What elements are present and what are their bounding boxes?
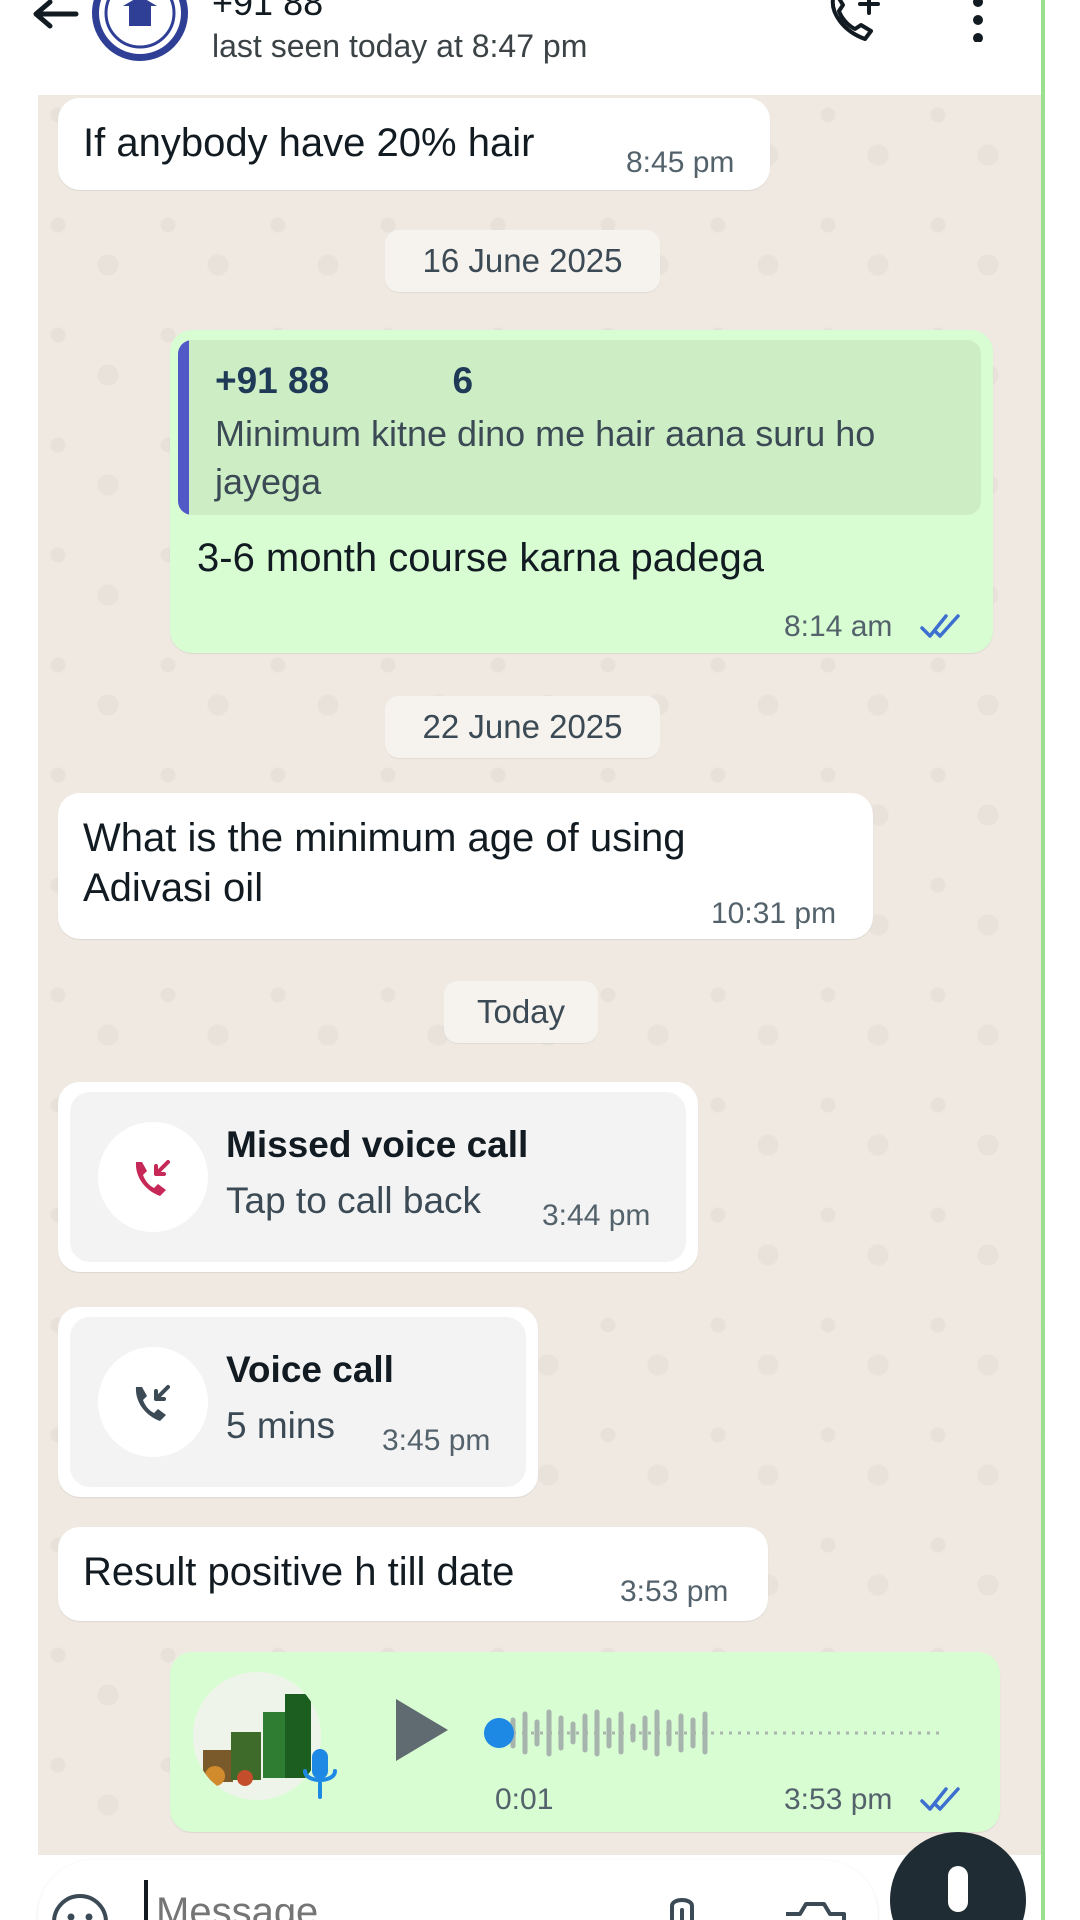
play-icon[interactable] bbox=[392, 1697, 452, 1763]
call-title: Voice call bbox=[226, 1349, 394, 1390]
incoming-message-bubble[interactable]: If anybody have 20% hair 8:45 pm bbox=[58, 98, 770, 190]
playback-position-dot[interactable] bbox=[484, 1718, 514, 1748]
message-time: 3:45 pm bbox=[382, 1424, 491, 1457]
voice-note-duration: 0:01 bbox=[495, 1783, 554, 1816]
emoji-icon[interactable] bbox=[50, 1892, 110, 1920]
call-icon-circle bbox=[98, 1122, 208, 1232]
quote-accent-bar bbox=[178, 340, 189, 515]
message-time: 3:44 pm bbox=[542, 1199, 651, 1232]
message-time: 8:14 am bbox=[784, 610, 893, 643]
last-seen-status: last seen today at 8:47 pm bbox=[212, 28, 588, 64]
incoming-call-icon bbox=[135, 1385, 170, 1421]
screen-edge bbox=[1041, 0, 1045, 1920]
call-subtitle: 5 mins bbox=[226, 1405, 335, 1446]
paperclip-icon[interactable] bbox=[660, 1892, 704, 1920]
mic-icon bbox=[948, 1866, 968, 1912]
message-time: 3:53 pm bbox=[784, 1783, 893, 1816]
contact-name[interactable]: +91 88 bbox=[212, 0, 323, 24]
double-check-icon bbox=[920, 1787, 960, 1811]
audio-waveform[interactable] bbox=[475, 1700, 955, 1766]
message-text: 3-6 month course karna padega bbox=[197, 536, 765, 580]
message-text: What is the minimum age of using Adivasi… bbox=[83, 816, 686, 910]
date-separator: 16 June 2025 bbox=[385, 230, 660, 292]
call-card[interactable]: Missed voice call Tap to call back 3:44 … bbox=[70, 1092, 686, 1262]
call-message-bubble[interactable]: Missed voice call Tap to call back 3:44 … bbox=[58, 1082, 698, 1272]
date-separator: 22 June 2025 bbox=[385, 696, 660, 758]
quoted-text: Minimum kitne dino me hair aana suru ho … bbox=[215, 413, 876, 502]
message-text: If anybody have 20% hair bbox=[83, 121, 535, 165]
call-message-bubble[interactable]: Voice call 5 mins 3:45 pm bbox=[58, 1307, 538, 1497]
message-input[interactable] bbox=[156, 1890, 636, 1920]
quoted-message[interactable]: +91 88 6 Minimum kitne dino me hair aana… bbox=[178, 340, 981, 515]
add-call-icon[interactable] bbox=[825, 0, 885, 45]
missed-call-icon bbox=[135, 1160, 170, 1196]
mic-icon bbox=[303, 1749, 337, 1799]
seal-emblem bbox=[104, 0, 176, 49]
date-separator: Today bbox=[444, 981, 598, 1043]
text-cursor bbox=[144, 1880, 148, 1920]
message-time: 10:31 pm bbox=[711, 897, 837, 930]
message-time: 3:53 pm bbox=[620, 1575, 729, 1608]
incoming-message-bubble[interactable]: Result positive h till date 3:53 pm bbox=[58, 1527, 768, 1621]
call-card[interactable]: Voice call 5 mins 3:45 pm bbox=[70, 1317, 526, 1487]
chat-header[interactable]: +91 88 last seen today at 8:47 pm bbox=[0, 0, 1041, 95]
incoming-message-bubble[interactable]: What is the minimum age of using Adivasi… bbox=[58, 793, 873, 939]
message-text: Result positive h till date bbox=[83, 1550, 515, 1594]
double-check-icon bbox=[920, 614, 960, 638]
more-vertical-icon[interactable] bbox=[966, 0, 990, 42]
call-icon-circle bbox=[98, 1347, 208, 1457]
call-title: Missed voice call bbox=[226, 1124, 529, 1165]
message-time: 8:45 pm bbox=[626, 146, 735, 179]
quoted-author: +91 88 6 bbox=[215, 360, 474, 401]
chat-screen: +91 88 last seen today at 8:47 pm If any… bbox=[0, 0, 1080, 1920]
record-voice-button[interactable] bbox=[890, 1832, 1026, 1920]
arrow-left-icon[interactable] bbox=[28, 0, 80, 40]
avatar[interactable] bbox=[92, 0, 188, 61]
call-subtitle: Tap to call back bbox=[226, 1180, 482, 1221]
camera-icon[interactable] bbox=[782, 1898, 848, 1920]
